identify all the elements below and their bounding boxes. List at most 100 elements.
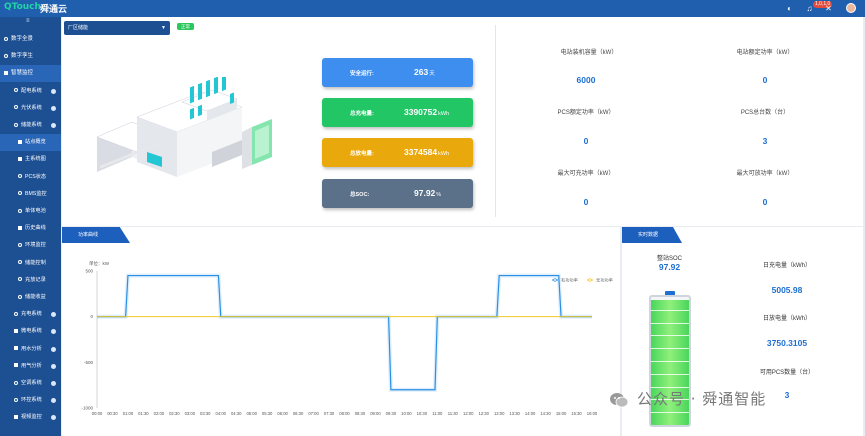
dashboard-icon[interactable]: ◐ [785, 4, 794, 13]
sidebar-item[interactable]: 智慧监控 [0, 65, 61, 83]
sidebar-item[interactable]: 光伏系统 [0, 100, 61, 117]
x-tick-label: 04:00 [216, 411, 227, 416]
sidebar-item[interactable]: 环境监控 [0, 237, 61, 254]
y-tick-label: -500 [84, 360, 94, 365]
sidebar-item[interactable]: 配电系统 [0, 83, 61, 100]
sidebar-item[interactable]: 储能系统 [0, 117, 61, 134]
x-tick-label: 01:00 [123, 411, 134, 416]
sidebar-item[interactable]: 充电系统 [0, 306, 61, 323]
sidebar-item[interactable]: 数字全景 [0, 31, 61, 48]
capacity-label: 电站装机容量（kW） [560, 50, 618, 56]
grid-icon [14, 415, 18, 420]
y-tick-label: 500 [85, 269, 93, 274]
total-charge-value: 3390752kWh [404, 107, 449, 117]
expand-icon [51, 346, 56, 352]
total-soc-value: 97.92% [414, 188, 441, 198]
building-illustration [96, 77, 272, 177]
circle-icon [18, 294, 22, 299]
sidebar-item[interactable]: PCS状态 [0, 169, 61, 186]
wechat-icon [610, 393, 629, 408]
total-charge-number: 3390752 [404, 107, 438, 117]
x-tick-label: 14:00 [525, 411, 536, 416]
sidebar-item[interactable]: 微电系统 [0, 323, 61, 340]
grid-icon [14, 346, 18, 351]
x-tick-label: 13:00 [494, 411, 505, 416]
total-soc-unit: % [436, 192, 442, 198]
sidebar-item[interactable]: 用水分析 [0, 341, 61, 358]
capacity-value: 6000 [576, 75, 596, 85]
y-tick-label: -1000 [81, 406, 93, 411]
circle-icon [18, 208, 22, 213]
safe-days-number: 263 [414, 67, 429, 77]
sidebar-item-label: 储能系统 [21, 122, 42, 128]
sidebar-item[interactable]: 储能收益 [0, 289, 61, 306]
x-tick-label: 06:30 [293, 411, 304, 416]
rated-power-value: 0 [762, 75, 768, 85]
sidebar-item-label: 环境监控 [25, 242, 46, 249]
power-chart: 单位：kW 500 0 -500 -100000:00 00:30 01:00 01:30 02… [81, 260, 612, 416]
total-discharge-number: 3374584 [404, 147, 438, 157]
status-badge: 正常 [177, 23, 194, 30]
rated-power-label: 电站额定功率（kW） [736, 50, 794, 56]
square-icon [18, 225, 22, 230]
tab-realtime-data[interactable]: 实时数据 [622, 227, 682, 243]
x-tick-label: 05:30 [262, 411, 273, 416]
series-line [97, 274, 592, 391]
sidebar-item-label: 用水分析 [21, 345, 42, 352]
x-tick-label: 06:00 [277, 411, 288, 416]
sidebar: ≡ 数字全景 数字孪生 智慧监控配电系统光伏系统储能系统站点概览 主系统图 PCS状态 B… [0, 17, 61, 436]
x-tick-label: 11:30 [448, 411, 459, 416]
sidebar-item[interactable]: 环控系统 [0, 392, 61, 409]
sidebar-item[interactable]: 储能控制 [0, 255, 61, 272]
x-tick-label: 15:00 [556, 411, 567, 416]
fullscreen-icon[interactable]: ✕ [824, 4, 833, 13]
legend-marker [553, 278, 557, 282]
circle-icon [18, 260, 22, 265]
square-icon [18, 139, 22, 144]
logo-brand: QTouch [4, 2, 41, 12]
sidebar-item-label: 用气分析 [21, 362, 42, 369]
x-tick-label: 15:30 [571, 411, 582, 416]
sidebar-item[interactable]: 空调系统 [0, 375, 61, 392]
sun-icon [14, 105, 18, 110]
square-icon [18, 157, 22, 162]
x-tick-label: 08:30 [355, 411, 366, 416]
circle-icon [14, 397, 18, 402]
x-tick-label: 02:30 [169, 411, 180, 416]
top-bar: QTouch 舜通云 ◐ ♫ 1,0,1,0 ✕ [0, 0, 865, 17]
total-discharge-unit: kWh [438, 151, 450, 157]
station-select-value: 厂区储能 [68, 25, 89, 31]
sidebar-item-label: 配电系统 [21, 87, 42, 94]
x-tick-label: 07:30 [324, 411, 335, 416]
circle-icon [18, 243, 22, 248]
x-tick-label: 10:00 [401, 411, 412, 416]
sidebar-item[interactable]: 主系统图 [0, 151, 61, 168]
x-tick-label: 04:30 [231, 411, 242, 416]
sidebar-item[interactable]: 视频监控 [0, 409, 61, 426]
avatar[interactable] [846, 3, 856, 13]
total-soc-number: 97.92 [414, 188, 436, 198]
sidebar-item[interactable]: 用气分析 [0, 358, 61, 375]
total-discharge-label: 总放电量: [350, 151, 374, 157]
tab-power-curve[interactable]: 功率曲线 [62, 227, 130, 243]
sidebar-item[interactable]: 站点概览 [0, 134, 61, 152]
safe-days-card: 安全运行: 263天 [322, 58, 473, 87]
overview-panel: 厂区储能 ▼ 正常 安全运行: 263天 总充电量: 3390752kWh 总放… [62, 17, 863, 226]
sidebar-item[interactable]: BMS监控 [0, 186, 61, 203]
station-select[interactable]: 厂区储能 ▼ [64, 21, 170, 35]
watermark: 公众号 · 舜通智能 [637, 390, 767, 408]
divider [495, 25, 496, 217]
sidebar-item[interactable]: 历史曲线 [0, 220, 61, 237]
x-tick-label: 09:00 [370, 411, 381, 416]
menu-collapse-icon[interactable]: ≡ [26, 18, 30, 24]
expand-icon [51, 312, 56, 318]
circle-icon [14, 311, 18, 316]
sidebar-item-label: BMS监控 [25, 190, 47, 197]
sidebar-item[interactable]: 充放记录 [0, 272, 61, 289]
battery-cell-divider [651, 322, 689, 324]
sidebar-item[interactable]: 数字孪生 [0, 48, 61, 65]
circle-icon [18, 174, 22, 179]
expand-icon [51, 381, 56, 386]
expand-icon [51, 88, 56, 94]
sidebar-item[interactable]: 单体电池 [0, 203, 61, 220]
